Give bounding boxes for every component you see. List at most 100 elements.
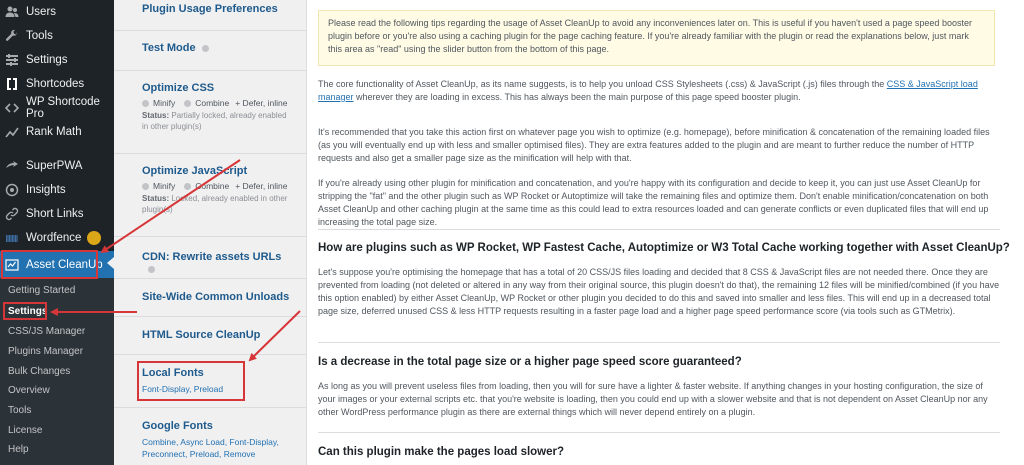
- sidebar-item-settings[interactable]: Settings: [0, 48, 114, 72]
- sidebar-item-label: Insights: [26, 184, 66, 196]
- sidebar-item-wp-shortcode-pro[interactable]: WP Shortcode Pro: [0, 96, 114, 120]
- divider: [114, 354, 306, 355]
- menu-google-fonts[interactable]: Google Fonts Combine, Async Load, Font-D…: [142, 420, 292, 460]
- notification-badge: [87, 231, 102, 245]
- sidebar-item-insights[interactable]: Insights: [0, 178, 114, 202]
- admin-sidebar: Users Tools Settings Shortcodes WP Short…: [0, 0, 114, 465]
- code-icon: [5, 101, 19, 115]
- sidebar-item-wordfence[interactable]: Wordfence: [0, 226, 114, 250]
- menu-status: Status: Partially locked, already enable…: [142, 110, 292, 132]
- menu-title: CDN: Rewrite assets URLs: [142, 251, 282, 263]
- menu-html-source-cleanup[interactable]: HTML Source CleanUp: [142, 329, 292, 341]
- menu-title: Test Mode: [142, 42, 196, 54]
- status-dot-icon: [148, 265, 155, 273]
- submenu-overview[interactable]: Overview: [8, 385, 50, 396]
- menu-optimize-javascript[interactable]: Optimize JavaScript Minify Combine + Def…: [142, 165, 292, 215]
- menu-title: HTML Source CleanUp: [142, 329, 261, 341]
- sidebar-item-shortcodes[interactable]: Shortcodes: [0, 72, 114, 96]
- section-heading: Is a decrease in the total page size or …: [318, 356, 742, 368]
- menu-test-mode[interactable]: Test Mode: [142, 42, 292, 54]
- status-label: Status:: [142, 194, 170, 203]
- intro-paragraph: The core functionality of Asset CleanUp,…: [318, 79, 978, 102]
- divider: [318, 432, 1000, 433]
- wrench-icon: [5, 29, 19, 43]
- option-label: Combine: [195, 181, 230, 191]
- sidebar-item-label: Wordfence: [26, 232, 82, 244]
- sidebar-item-label: Settings: [26, 54, 68, 66]
- highlight-box-local-fonts: [137, 361, 245, 401]
- usage-tips-notice: Please read the following tips regarding…: [318, 10, 995, 66]
- recommendation-paragraph: It's recommended that you take this acti…: [318, 127, 990, 163]
- sidebar-item-label: Shortcodes: [26, 78, 85, 90]
- menu-subtitle: Combine, Async Load, Font-Display, Preco…: [142, 437, 279, 459]
- users-icon: [5, 5, 19, 19]
- highlight-box-asset-cleanup: [1, 250, 98, 279]
- menu-options: Minify Combine + Defer, inline: [142, 98, 292, 108]
- highlight-box-settings: [3, 302, 47, 320]
- status-dot-icon: [184, 182, 192, 190]
- sidebar-item-short-links[interactable]: Short Links: [0, 202, 114, 226]
- submenu-help[interactable]: Help: [8, 444, 29, 455]
- sidebar-item-label: Tools: [26, 30, 53, 42]
- wp-rocket-paragraph: Let's suppose you're optimising the home…: [318, 267, 1000, 316]
- option-label: Minify: [153, 181, 176, 191]
- divider: [318, 229, 1000, 230]
- sidebar-item-tools[interactable]: Tools: [0, 24, 114, 48]
- menu-title: Optimize JavaScript: [142, 165, 248, 177]
- submenu-css-js-manager[interactable]: CSS/JS Manager: [8, 326, 85, 337]
- menu-status: Status: Locked, already enabled in other…: [142, 193, 292, 215]
- option-label: Minify: [153, 98, 176, 108]
- link-icon: [5, 207, 19, 221]
- section-heading: Can this plugin make the pages load slow…: [318, 446, 565, 458]
- sidebar-item-rank-math[interactable]: Rank Math: [0, 120, 114, 144]
- option-label: + Defer, inline: [235, 181, 288, 191]
- sidebar-item-users[interactable]: Users: [0, 0, 114, 24]
- main-content: Please read the following tips regarding…: [307, 0, 1024, 465]
- option-label: Combine: [195, 98, 230, 108]
- submenu-license[interactable]: License: [8, 425, 42, 436]
- settings-icon: [5, 53, 19, 67]
- divider: [114, 236, 306, 237]
- active-menu-pointer: [107, 257, 114, 269]
- sidebar-item-label: Rank Math: [26, 126, 82, 138]
- divider: [114, 316, 306, 317]
- menu-plugin-usage-preferences[interactable]: Plugin Usage Preferences: [142, 3, 292, 15]
- status-dot-icon: [201, 44, 209, 52]
- divider: [114, 407, 306, 408]
- option-label: + Defer, inline: [235, 98, 288, 108]
- menu-cdn-rewrite-urls[interactable]: CDN: Rewrite assets URLs: [142, 251, 292, 275]
- chart-icon: [5, 125, 19, 139]
- divider: [114, 153, 306, 154]
- menu-title: Google Fonts: [142, 420, 213, 432]
- submenu-plugins-manager[interactable]: Plugins Manager: [8, 346, 83, 357]
- menu-site-wide-common-unloads[interactable]: Site-Wide Common Unloads: [142, 291, 292, 303]
- page-size-paragraph: As long as you will prevent useless file…: [318, 381, 988, 417]
- status-dot-icon: [142, 99, 149, 107]
- sidebar-item-label: SuperPWA: [26, 160, 83, 172]
- sidebar-item-superpwa[interactable]: SuperPWA: [0, 154, 114, 178]
- sidebar-item-label: Short Links: [26, 208, 84, 220]
- menu-title: Plugin Usage Preferences: [142, 3, 278, 15]
- menu-optimize-css[interactable]: Optimize CSS Minify Combine + Defer, inl…: [142, 82, 292, 132]
- submenu-bulk-changes[interactable]: Bulk Changes: [8, 366, 70, 377]
- divider: [318, 342, 1000, 343]
- sidebar-item-label: WP Shortcode Pro: [26, 96, 100, 120]
- status-dot-icon: [184, 99, 192, 107]
- status-label: Status:: [142, 111, 170, 120]
- insights-icon: [5, 183, 19, 197]
- submenu-tools[interactable]: Tools: [8, 405, 31, 416]
- status-dot-icon: [142, 182, 149, 190]
- other-plugins-paragraph: If you're already using other plugin for…: [318, 178, 989, 227]
- brackets-icon: [5, 77, 19, 91]
- divider: [114, 70, 306, 71]
- divider: [114, 30, 306, 31]
- wordfence-icon: [5, 231, 19, 245]
- pwa-icon: [5, 159, 19, 173]
- sidebar-item-label: Users: [26, 6, 57, 18]
- submenu-getting-started[interactable]: Getting Started: [8, 285, 75, 296]
- menu-title: Site-Wide Common Unloads: [142, 291, 290, 303]
- menu-title: Optimize CSS: [142, 82, 215, 94]
- menu-options: Minify Combine + Defer, inline: [142, 181, 292, 191]
- divider: [114, 278, 306, 279]
- section-heading: How are plugins such as WP Rocket, WP Fa…: [318, 242, 1010, 254]
